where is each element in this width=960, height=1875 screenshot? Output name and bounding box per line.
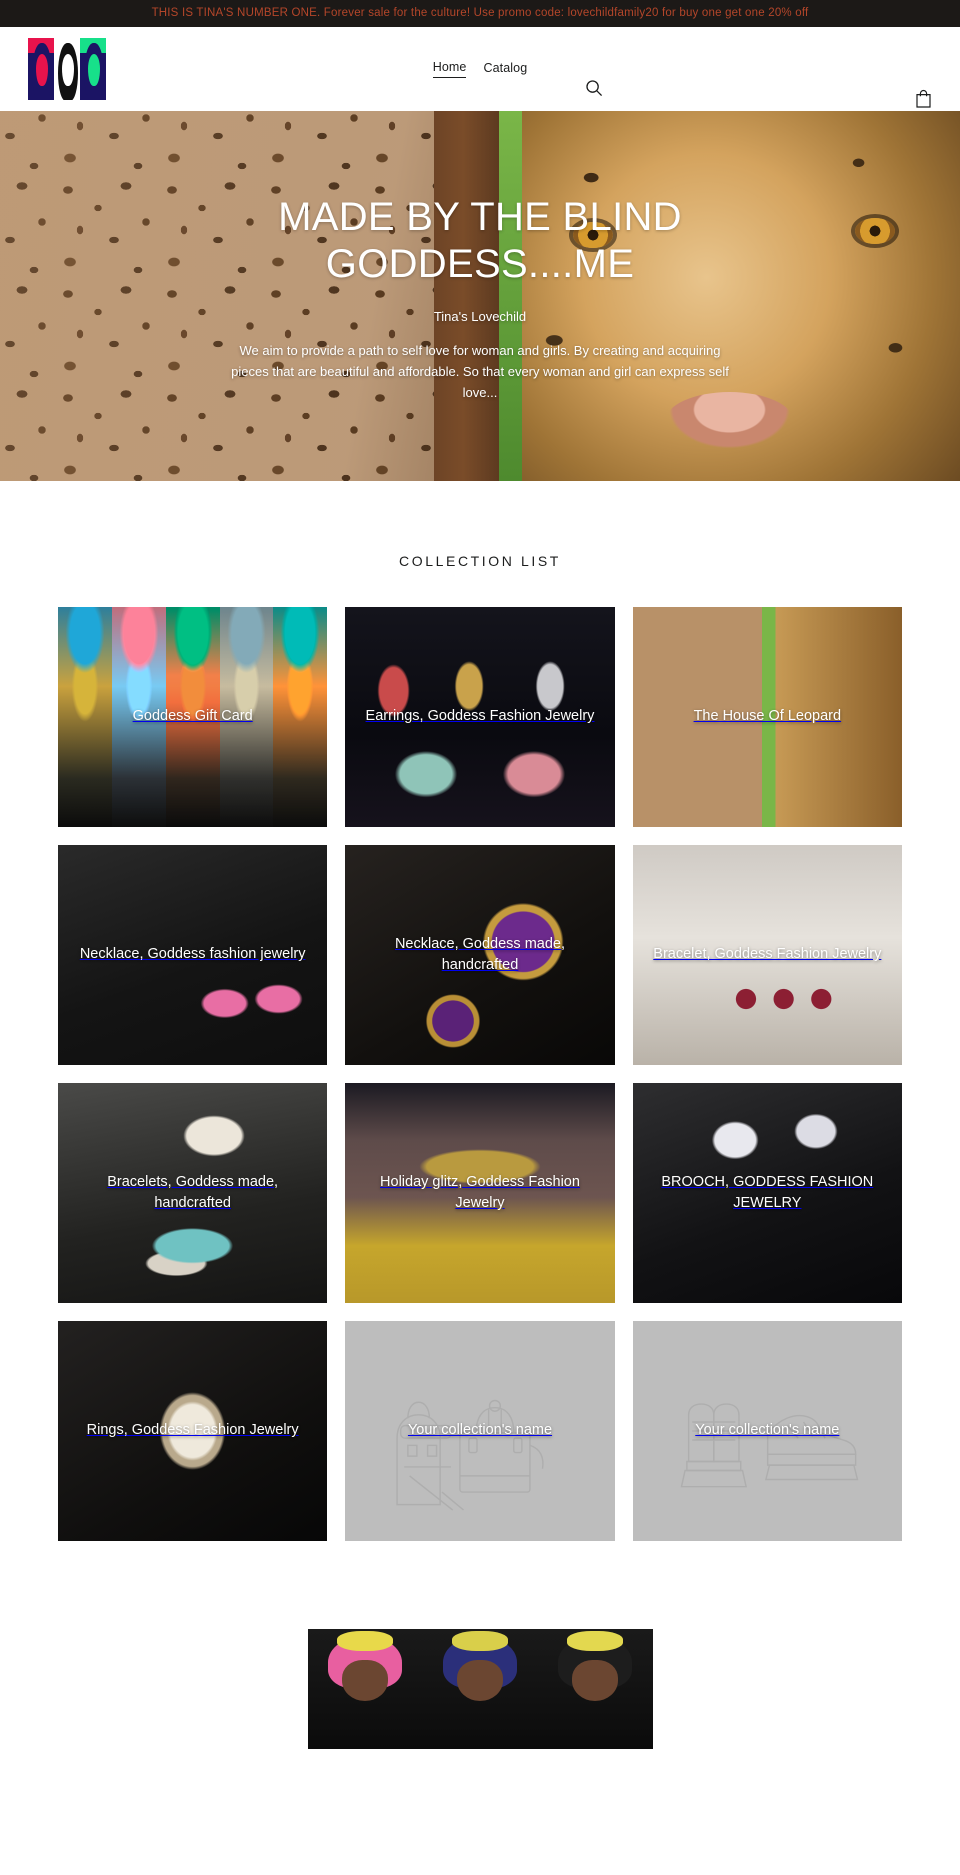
collection-list-section: COLLECTION LIST Goddess Gift Card Earring… — [0, 481, 960, 1581]
collection-tile-label: Goddess Gift Card — [132, 708, 253, 725]
collection-tile-label: Rings, Goddess Fashion Jewelry — [86, 1422, 299, 1439]
logo-panel-green — [80, 38, 106, 100]
site-logo[interactable] — [28, 38, 106, 100]
search-icon[interactable] — [585, 79, 603, 100]
collection-tile[interactable]: The House Of Leopard — [632, 607, 902, 827]
announcement-bar: THIS IS TINA'S NUMBER ONE. Forever sale … — [0, 0, 960, 27]
nav-item-home[interactable]: Home — [432, 60, 467, 78]
collection-tile[interactable]: Necklace, Goddess fashion jewelry — [58, 845, 328, 1065]
collection-tile[interactable]: Holiday glitz, Goddess Fashion Jewelry — [345, 1083, 615, 1303]
collection-tile-label: Your collection's name — [695, 1422, 840, 1439]
hero-banner: MADE BY THE BLIND GODDESS....ME Tina's L… — [0, 111, 960, 481]
hero-content: MADE BY THE BLIND GODDESS....ME Tina's L… — [0, 111, 960, 481]
collection-tile[interactable]: Bracelet, Goddess Fashion Jewelry — [632, 845, 902, 1065]
main-navigation: Home Catalog — [0, 27, 960, 111]
doll-panel-1 — [307, 1629, 423, 1749]
doll-panel-2 — [422, 1629, 538, 1749]
collection-tile-label: Your collection's name — [407, 1422, 553, 1439]
collection-tile-label: Earrings, Goddess Fashion Jewelry — [365, 708, 595, 725]
site-header: Home Catalog — [0, 27, 960, 111]
collection-tile[interactable]: Your collection's name — [345, 1321, 615, 1541]
doll-panel-3 — [537, 1629, 653, 1749]
search-icon-glyph — [586, 80, 603, 97]
shopping-bag-icon[interactable] — [915, 89, 932, 111]
collection-tile[interactable]: Rings, Goddess Fashion Jewelry — [58, 1321, 328, 1541]
logo-panel-black — [54, 38, 80, 100]
doll-triptych-image[interactable] — [307, 1629, 653, 1749]
collection-tile[interactable]: Bracelets, Goddess made, handcrafted — [58, 1083, 328, 1303]
collection-tile-label: Necklace, Goddess fashion jewelry — [79, 946, 306, 963]
shopping-bag-icon-glyph — [916, 89, 931, 108]
collection-tile-label: BROOCH, GODDESS FASHION JEWELRY — [661, 1173, 874, 1211]
collection-tile[interactable]: Your collection's name — [632, 1321, 902, 1541]
collection-list-title: COLLECTION LIST — [399, 553, 561, 569]
collection-tile-label: The House Of Leopard — [693, 708, 842, 725]
collection-tile-label: Necklace, Goddess made, handcrafted — [394, 935, 566, 973]
hero-title: MADE BY THE BLIND GODDESS....ME — [278, 195, 682, 287]
hero-subtitle: Tina's Lovechild — [433, 308, 527, 324]
announcement-text: THIS IS TINA'S NUMBER ONE. Forever sale … — [151, 6, 809, 19]
bottom-feature-section — [0, 1581, 960, 1749]
collection-tile[interactable]: Necklace, Goddess made, handcrafted — [345, 845, 615, 1065]
collection-tile-label: Bracelets, Goddess made, handcrafted — [107, 1173, 279, 1211]
nav-item-catalog[interactable]: Catalog — [483, 61, 527, 78]
collection-tile[interactable]: BROOCH, GODDESS FASHION JEWELRY — [632, 1083, 902, 1303]
hero-description: We aim to provide a path to self love fo… — [231, 342, 729, 401]
logo-panel-pink — [28, 38, 54, 100]
collection-tile[interactable]: Goddess Gift Card — [58, 607, 328, 827]
collection-tile[interactable]: Earrings, Goddess Fashion Jewelry — [345, 607, 615, 827]
collection-grid: Goddess Gift Card Earrings, Goddess Fashi… — [30, 607, 930, 1541]
collection-tile-label: Holiday glitz, Goddess Fashion Jewelry — [380, 1173, 580, 1211]
collection-tile-label: Bracelet, Goddess Fashion Jewelry — [653, 946, 882, 963]
